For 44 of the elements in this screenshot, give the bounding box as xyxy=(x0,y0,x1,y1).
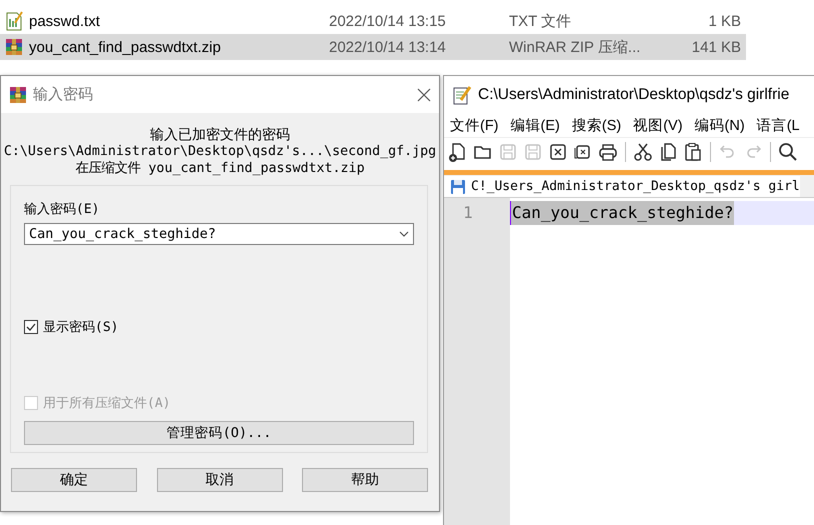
manage-passwords-button[interactable]: 管理密码(O)... xyxy=(24,421,414,445)
window-title: C:\Users\Administrator\Desktop\qsdz's girlfrie xyxy=(478,86,790,104)
file-row[interactable]: passwd.txt 2022/10/14 13:15 TXT 文件 1 KB xyxy=(0,8,746,34)
dialog-heading: 输入已加密文件的密码 xyxy=(149,125,291,143)
menu-item[interactable]: 编码(N) xyxy=(694,116,745,134)
password-label: 输入密码(E) xyxy=(24,201,100,218)
menu-item[interactable]: 文件(F) xyxy=(450,116,499,134)
archive-icon xyxy=(9,86,27,104)
checkbox-label: 用于所有压缩文件(A) xyxy=(43,395,170,412)
file-type: TXT 文件 xyxy=(509,12,572,30)
paste-icon[interactable] xyxy=(683,142,703,162)
line-number: 1 xyxy=(444,201,510,225)
save-icon xyxy=(450,178,466,194)
dropdown-icon xyxy=(399,231,409,237)
checkbox-label: 显示密码(S) xyxy=(43,319,118,336)
password-field[interactable]: Can_you_crack_steghide? xyxy=(24,223,414,245)
scissors-icon[interactable] xyxy=(633,142,653,162)
file-tab[interactable]: C!_Users_Administrator_Desktop_qsdz's girl xyxy=(444,176,800,197)
file-date: 2022/10/14 13:14 xyxy=(329,38,447,56)
dialog-button[interactable]: 确定 xyxy=(11,468,137,492)
window-title: 输入密码 xyxy=(33,85,94,104)
file-row[interactable]: you_cant_find_passwdtxt.zip 2022/10/14 13:14 WinRAR ZIP 压缩... 141 KB xyxy=(0,34,746,60)
notepad-icon xyxy=(5,11,23,31)
file-date: 2022/10/14 13:15 xyxy=(329,12,447,30)
file-size: 1 KB xyxy=(707,12,741,30)
archive-line: 在压缩文件 you_cant_find_passwdtxt.zip xyxy=(74,160,366,177)
printer-icon[interactable] xyxy=(598,142,618,162)
file-size: 141 KB xyxy=(690,38,741,56)
notepad-icon xyxy=(452,84,472,104)
menu-item[interactable]: 语言(L xyxy=(756,116,800,134)
menu-item[interactable]: 视图(V) xyxy=(633,116,683,134)
file-type: WinRAR ZIP 压缩... xyxy=(509,38,642,56)
dialog-button[interactable]: 取消 xyxy=(156,468,282,492)
file-path: C:\Users\Administrator\Desktop\qsdz's...\second_gf.jpg xyxy=(2,143,438,160)
file-name: passwd.txt xyxy=(29,12,101,30)
close-icon[interactable] xyxy=(417,88,431,102)
file-name: you_cant_find_passwdtxt.zip xyxy=(29,38,222,56)
menu-item[interactable]: 编辑(E) xyxy=(510,116,560,134)
search-icon[interactable] xyxy=(778,142,798,162)
checkbox[interactable] xyxy=(24,320,38,334)
close-icon[interactable] xyxy=(548,142,568,162)
archive-icon xyxy=(5,38,23,56)
dialog-button[interactable]: 帮助 xyxy=(302,468,428,492)
menu-item[interactable]: 搜索(S) xyxy=(572,116,622,134)
